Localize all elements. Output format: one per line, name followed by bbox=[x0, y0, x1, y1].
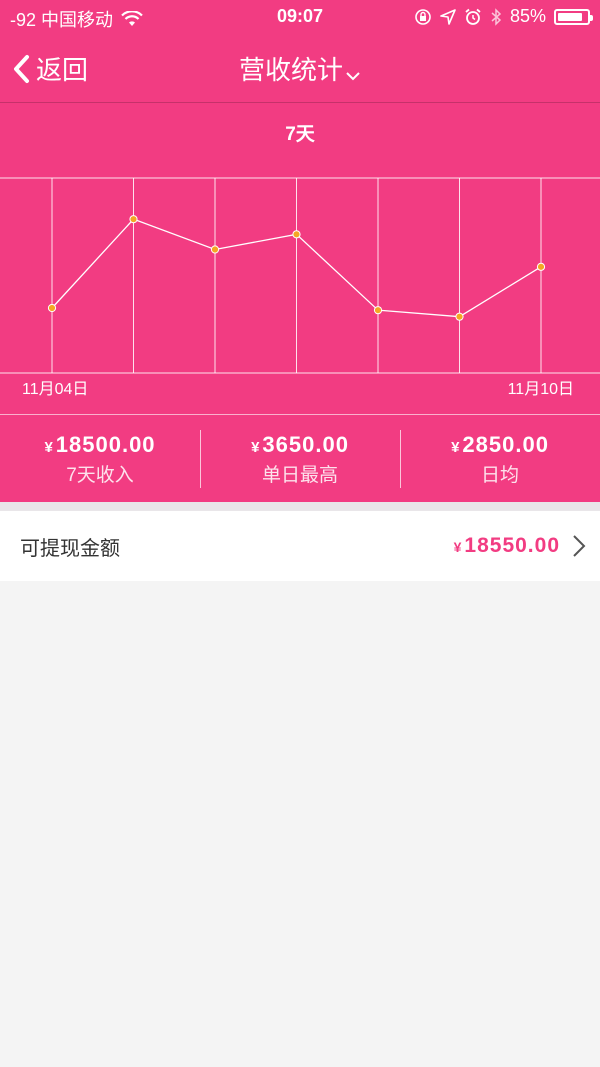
stats-row: ¥18500.00 7天收入 ¥3650.00 单日最高 ¥2850.00 日均 bbox=[0, 415, 600, 502]
x-label-end: 11月10日 bbox=[508, 381, 574, 398]
nav-bar: 返回 营收统计 bbox=[0, 34, 600, 102]
orientation-lock-icon bbox=[414, 8, 432, 26]
stat-average: ¥2850.00 日均 bbox=[400, 415, 600, 502]
stat-label: 单日最高 bbox=[261, 465, 338, 486]
data-point[interactable] bbox=[47, 303, 57, 313]
revenue-chart: 7天 11月04日 11月10日 bbox=[0, 103, 600, 414]
stat-value: ¥3650.00 bbox=[251, 432, 349, 457]
bluetooth-icon bbox=[490, 7, 502, 26]
battery-percent: 85% bbox=[509, 6, 546, 26]
withdraw-label: 可提现金额 bbox=[20, 537, 120, 560]
stat-max: ¥3650.00 单日最高 bbox=[200, 415, 400, 502]
page-title: 营收统计 bbox=[238, 55, 343, 85]
data-point[interactable] bbox=[129, 215, 138, 224]
line-chart: 11月04日 11月10日 bbox=[0, 177, 600, 398]
battery-icon bbox=[554, 8, 593, 25]
data-point[interactable] bbox=[292, 230, 301, 239]
location-arrow-icon bbox=[440, 8, 456, 25]
stat-value: ¥18500.00 bbox=[44, 432, 156, 457]
data-point[interactable] bbox=[455, 312, 464, 321]
chevron-down-icon bbox=[345, 57, 361, 88]
withdraw-amount: ¥18550.00 bbox=[453, 534, 560, 557]
withdraw-row[interactable]: 可提现金额 ¥18550.00 bbox=[0, 511, 600, 581]
status-right: 85% bbox=[406, 6, 593, 27]
stat-total: ¥18500.00 7天收入 bbox=[0, 415, 200, 502]
nav-title-dropdown[interactable]: 营收统计 bbox=[0, 50, 600, 88]
stat-value: ¥2850.00 bbox=[451, 432, 549, 457]
stat-label: 7天收入 bbox=[66, 465, 134, 486]
data-point[interactable] bbox=[373, 306, 383, 315]
stat-label: 日均 bbox=[480, 465, 519, 486]
section-gap bbox=[0, 502, 600, 511]
chevron-right-icon bbox=[573, 535, 586, 557]
data-point[interactable] bbox=[536, 262, 546, 271]
x-label-start: 11月04日 bbox=[22, 381, 88, 398]
status-bar: -92 中国移动 09:07 85% bbox=[0, 0, 600, 34]
alarm-icon bbox=[464, 8, 482, 26]
data-point[interactable] bbox=[210, 245, 220, 254]
